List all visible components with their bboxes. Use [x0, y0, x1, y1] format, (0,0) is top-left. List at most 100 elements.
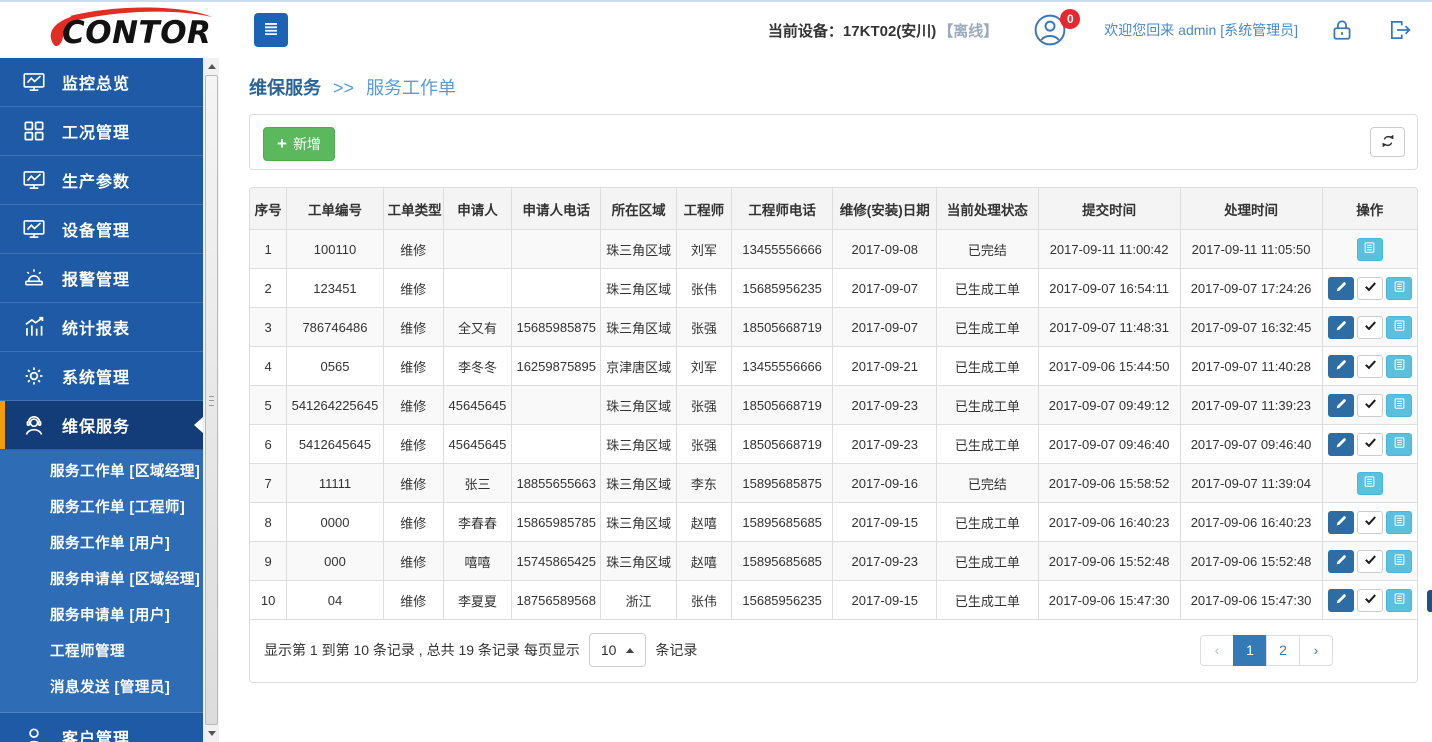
confirm-button[interactable]: [1357, 511, 1383, 534]
confirm-button[interactable]: [1357, 277, 1383, 300]
page-button-2[interactable]: 2: [1266, 635, 1300, 666]
cell-submit-time: 2017-09-06 15:58:52: [1038, 464, 1180, 503]
sidebar-toggle-button[interactable]: [254, 13, 288, 47]
edit-button[interactable]: [1328, 550, 1354, 573]
view-button[interactable]: [1357, 238, 1383, 261]
submenu-item-work-order-engineer[interactable]: 服务工作单 [工程师]: [0, 490, 203, 526]
cell-applicant-phone: [512, 425, 601, 464]
confirm-button[interactable]: [1357, 550, 1383, 573]
sidebar-item-monitor-overview[interactable]: 监控总览: [0, 58, 203, 107]
notifications-button[interactable]: 0: [1032, 12, 1068, 48]
device-status-badge: 【离线】: [938, 20, 998, 41]
cell-applicant: [443, 230, 511, 269]
view-button[interactable]: [1386, 589, 1412, 612]
sidebar-item-device-mgmt[interactable]: 设备管理: [0, 205, 203, 254]
submenu-maintenance-service: 服务工作单 [区域经理]服务工作单 [工程师]服务工作单 [用户]服务申请单 […: [0, 450, 203, 713]
table-row: 1100110维修珠三角区域刘军134555566662017-09-08已完结…: [250, 230, 1418, 269]
cell-index: 9: [250, 542, 287, 581]
sidebar-item-stats-report[interactable]: 统计报表: [0, 303, 203, 352]
welcome-user-link[interactable]: 欢迎您回来 admin [系统管理员]: [1104, 20, 1298, 40]
edit-button[interactable]: [1328, 433, 1354, 456]
confirm-button[interactable]: [1357, 355, 1383, 378]
view-button[interactable]: [1386, 355, 1412, 378]
list-icon: [1392, 552, 1407, 570]
scrollbar-up-button[interactable]: [204, 58, 219, 75]
list-icon: [1362, 240, 1377, 258]
cell-submit-time: 2017-09-06 15:47:30: [1038, 581, 1180, 620]
cell-repair-date: 2017-09-23: [833, 386, 937, 425]
page-size-select[interactable]: 10: [589, 633, 647, 667]
sidebar-item-system-mgmt[interactable]: 系统管理: [0, 352, 203, 401]
sidebar-scrollbar[interactable]: [203, 58, 219, 742]
cell-engineer: 张强: [676, 308, 731, 347]
edit-button[interactable]: [1328, 316, 1354, 339]
edit-button[interactable]: [1328, 277, 1354, 300]
list-icon: [1392, 318, 1407, 336]
scrollbar-thumb[interactable]: [205, 75, 218, 725]
submenu-item-request-user[interactable]: 服务申请单 [用户]: [0, 598, 203, 634]
hamburger-icon: [260, 18, 282, 43]
edit-button[interactable]: [1328, 589, 1354, 612]
view-button[interactable]: [1357, 472, 1383, 495]
cell-order-no: 123451: [287, 269, 383, 308]
scrollbar-down-button[interactable]: [204, 725, 219, 742]
prev-page-button[interactable]: ‹: [1200, 635, 1234, 666]
confirm-button[interactable]: [1357, 394, 1383, 417]
refresh-button[interactable]: [1370, 127, 1405, 157]
col-header-order-type: 工单类型: [383, 188, 443, 230]
confirm-button[interactable]: [1357, 316, 1383, 339]
cell-submit-time: 2017-09-11 11:00:42: [1038, 230, 1180, 269]
cell-status: 已生成工单: [937, 425, 1039, 464]
cell-repair-date: 2017-09-23: [833, 425, 937, 464]
table-row: 711111维修张三18855655663珠三角区域李东158956858752…: [250, 464, 1418, 503]
edit-button[interactable]: [1328, 355, 1354, 378]
pagination-info: 显示第 1 到第 10 条记录 , 总共 19 条记录 每页显示 10 条记录: [264, 633, 697, 667]
sidebar-item-production-params[interactable]: 生产参数: [0, 156, 203, 205]
col-header-actions: 操作: [1322, 188, 1417, 230]
sidebar-item-customer-mgmt[interactable]: 客户管理: [0, 713, 203, 742]
edit-button[interactable]: [1328, 511, 1354, 534]
view-button[interactable]: [1386, 316, 1412, 339]
collapse-arrow-icon: [194, 417, 203, 433]
cell-process-time: 2017-09-07 11:39:23: [1180, 386, 1322, 425]
side-panel-toggle[interactable]: [1427, 590, 1432, 612]
check-icon: [1363, 357, 1378, 375]
logout-button[interactable]: [1386, 16, 1414, 44]
view-button[interactable]: [1386, 394, 1412, 417]
table-header-row: 序号工单编号工单类型申请人申请人电话所在区域工程师工程师电话维修(安装)日期当前…: [250, 188, 1418, 230]
confirm-button[interactable]: [1357, 589, 1383, 612]
page-size-value: 10: [601, 642, 617, 658]
edit-button[interactable]: [1328, 394, 1354, 417]
sidebar-item-condition-mgmt[interactable]: 工况管理: [0, 107, 203, 156]
page-button-1[interactable]: 1: [1233, 635, 1267, 666]
view-button[interactable]: [1386, 277, 1412, 300]
toolbar-panel: + 新增: [249, 114, 1418, 170]
person-icon: [21, 724, 47, 742]
view-button[interactable]: [1386, 433, 1412, 456]
lock-screen-button[interactable]: [1328, 16, 1356, 44]
sidebar-item-alarm-mgmt[interactable]: 报警管理: [0, 254, 203, 303]
table-row: 40565维修李冬冬16259875895京津唐区域刘军134555566662…: [250, 347, 1418, 386]
submenu-item-work-order-user[interactable]: 服务工作单 [用户]: [0, 526, 203, 562]
sidebar-nav: 监控总览工况管理生产参数设备管理报警管理统计报表系统管理维保服务服务工作单 [区…: [0, 58, 203, 742]
view-button[interactable]: [1386, 550, 1412, 573]
breadcrumb-parent[interactable]: 维保服务: [249, 78, 321, 98]
confirm-button[interactable]: [1357, 433, 1383, 456]
add-button[interactable]: + 新增: [263, 127, 335, 161]
next-page-button[interactable]: ›: [1299, 635, 1333, 666]
work-order-table-panel: 序号工单编号工单类型申请人申请人电话所在区域工程师工程师电话维修(安装)日期当前…: [249, 187, 1418, 683]
pencil-icon: [1334, 357, 1349, 375]
lock-icon: [1328, 32, 1356, 47]
view-button[interactable]: [1386, 511, 1412, 534]
cell-engineer: 张强: [676, 386, 731, 425]
submenu-item-work-order-region-manager[interactable]: 服务工作单 [区域经理]: [0, 454, 203, 490]
cell-region: 珠三角区域: [601, 269, 677, 308]
cell-applicant-phone: [512, 230, 601, 269]
sidebar-item-maintenance-service[interactable]: 维保服务: [0, 401, 203, 450]
submenu-item-engineer-mgmt[interactable]: 工程师管理: [0, 634, 203, 670]
actions-cell: [1322, 542, 1417, 581]
cell-status: 已生成工单: [937, 386, 1039, 425]
submenu-item-request-region-manager[interactable]: 服务申请单 [区域经理]: [0, 562, 203, 598]
submenu-item-message-send-admin[interactable]: 消息发送 [管理员]: [0, 670, 203, 706]
cell-status: 已完结: [937, 230, 1039, 269]
